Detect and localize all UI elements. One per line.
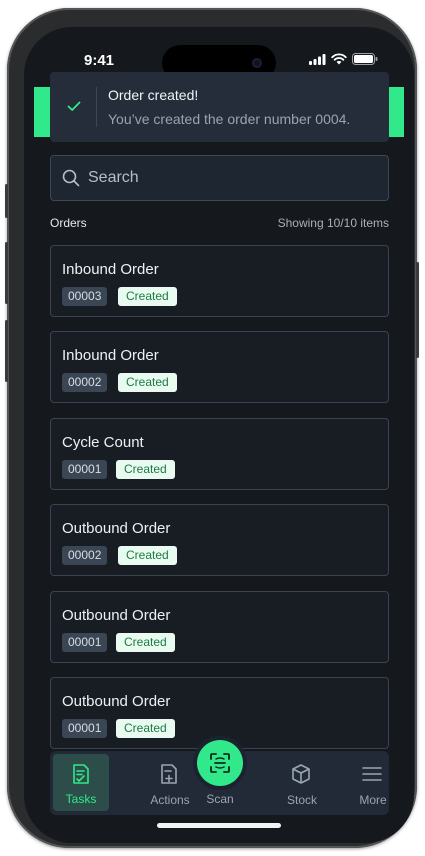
scan-icon: [210, 753, 230, 773]
nav-more[interactable]: More: [343, 751, 403, 815]
order-title: Outbound Order: [62, 520, 171, 537]
app-screen: 9:41 Order created! You’ve created the o…: [24, 27, 414, 843]
order-title: Inbound Order: [62, 347, 159, 364]
nav-tasks[interactable]: Tasks: [53, 754, 109, 811]
order-card[interactable]: Inbound Order 00002 Created: [50, 331, 389, 403]
order-created-toast: Order created! You’ve created the order …: [50, 72, 389, 142]
nav-stock-label: Stock: [286, 793, 317, 807]
check-icon: [67, 101, 81, 111]
status-badge: Created: [116, 633, 175, 652]
search-icon: [62, 169, 80, 187]
status-icons: [309, 53, 378, 65]
order-title: Inbound Order: [62, 261, 159, 278]
order-card[interactable]: Outbound Order 00002 Created: [50, 504, 389, 576]
nav-stock[interactable]: Stock: [272, 751, 332, 815]
order-card[interactable]: Inbound Order 00003 Created: [50, 245, 389, 317]
toast-message: You’ve created the order number 0004.: [108, 111, 351, 127]
nav-scan-label: Scan: [206, 792, 234, 806]
search-input[interactable]: Search: [50, 155, 389, 201]
order-title: Cycle Count: [62, 434, 144, 451]
status-badge: Created: [118, 287, 177, 306]
box-icon: [292, 764, 310, 784]
tasks-icon: [73, 764, 89, 784]
order-card[interactable]: Outbound Order 00001 Created: [50, 591, 389, 663]
battery-icon: [352, 53, 378, 65]
toast-divider: [96, 87, 97, 127]
status-badge: Created: [116, 719, 175, 738]
order-title: Outbound Order: [62, 607, 171, 624]
order-number-badge: 00001: [62, 719, 108, 738]
volume-up-button: [5, 242, 8, 304]
search-placeholder: Search: [88, 169, 139, 186]
wifi-icon: [331, 53, 347, 65]
order-number-badge: 00001: [62, 633, 108, 652]
orders-label: Orders: [50, 216, 87, 230]
nav-tasks-label: Tasks: [65, 792, 97, 806]
signal-icon: [309, 53, 326, 65]
menu-icon: [362, 767, 382, 781]
order-card[interactable]: Cycle Count 00001 Created: [50, 418, 389, 490]
status-time: 9:41: [84, 52, 115, 69]
status-badge: Created: [118, 546, 177, 565]
toast-title: Order created!: [108, 87, 199, 103]
order-title: Outbound Order: [62, 693, 171, 710]
phone-frame: 9:41 Order created! You’ve created the o…: [5, 8, 419, 848]
home-indicator[interactable]: [157, 823, 281, 828]
scan-button[interactable]: [197, 740, 243, 786]
order-card[interactable]: Outbound Order 00001 Created: [50, 677, 389, 749]
actions-icon: [161, 764, 177, 784]
status-badge: Created: [116, 460, 175, 479]
order-number-badge: 00002: [62, 373, 108, 392]
power-button: [416, 262, 419, 358]
order-number-badge: 00003: [62, 287, 108, 306]
volume-down-button: [5, 320, 8, 382]
order-number-badge: 00002: [62, 546, 108, 565]
items-count: Showing 10/10 items: [277, 216, 389, 230]
nav-more-label: More: [359, 793, 387, 807]
status-badge: Created: [118, 373, 177, 392]
order-number-badge: 00001: [62, 460, 108, 479]
mute-switch: [5, 184, 8, 218]
camera-icon: [252, 58, 262, 68]
